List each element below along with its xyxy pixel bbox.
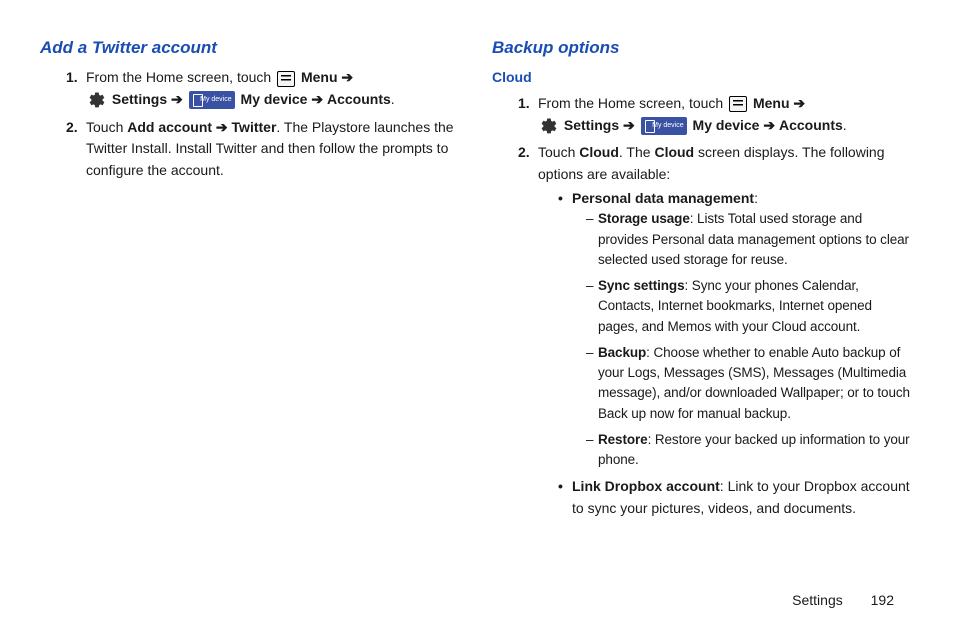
dropbox-label: Link Dropbox account [572, 478, 720, 494]
left-title: Add a Twitter account [40, 35, 462, 61]
cloud-bold2: Cloud [654, 144, 694, 160]
menu-icon [277, 71, 295, 87]
sub-sync: Sync settings: Sync your phones Calendar… [586, 276, 914, 337]
sub-storage: Storage usage: Lists Total used storage … [586, 209, 914, 270]
option-pdm: Personal data management: Storage usage:… [558, 188, 914, 471]
colon: : [754, 190, 758, 206]
left-step-2: 2. Touch Add account ➔ Twitter. The Play… [68, 117, 462, 182]
step-number: 2. [518, 142, 530, 164]
sub-restore: Restore: Restore your backed up informat… [586, 430, 914, 471]
my-device-icon: My device [189, 91, 235, 109]
menu-label: Menu [753, 95, 790, 111]
settings-label: Settings [112, 91, 167, 107]
period: . [843, 117, 847, 133]
right-step-2: 2. Touch Cloud. The Cloud screen display… [520, 142, 914, 519]
arrow-icon: ➔ [763, 117, 775, 133]
footer-page-number: 192 [871, 592, 894, 608]
menu-label: Menu [301, 69, 338, 85]
right-step-1: 1. From the Home screen, touch Menu ➔ Se… [520, 93, 914, 136]
right-title: Backup options [492, 35, 914, 61]
options-list: Personal data management: Storage usage:… [538, 188, 914, 520]
mydevice-label: My device [241, 91, 308, 107]
menu-icon [729, 96, 747, 112]
left-steps: 1. From the Home screen, touch Menu ➔ Se… [40, 67, 462, 181]
my-device-icon: My device [641, 117, 687, 135]
step-number: 1. [66, 67, 78, 89]
left-column: Add a Twitter account 1. From the Home s… [40, 35, 462, 526]
period: . [391, 91, 395, 107]
right-column: Backup options Cloud 1. From the Home sc… [492, 35, 914, 526]
text: Touch [538, 144, 579, 160]
pdm-sublist: Storage usage: Lists Total used storage … [572, 209, 914, 470]
left-step-1: 1. From the Home screen, touch Menu ➔ Se… [68, 67, 462, 110]
right-steps: 1. From the Home screen, touch Menu ➔ Se… [492, 93, 914, 520]
accounts-label: Accounts [779, 117, 843, 133]
cloud-bold: Cloud [579, 144, 619, 160]
text: . The [619, 144, 655, 160]
step-number: 1. [518, 93, 530, 115]
arrow-icon: ➔ [623, 117, 635, 133]
arrow-icon: ➔ [311, 91, 323, 107]
text: From the Home screen, touch [538, 95, 727, 111]
sub-backup: Backup: Choose whether to enable Auto ba… [586, 343, 914, 424]
cloud-subhead: Cloud [492, 67, 914, 89]
label: Backup [598, 345, 646, 360]
page-footer: Settings 192 [792, 590, 894, 612]
arrow-icon: ➔ [171, 91, 183, 107]
settings-label: Settings [564, 117, 619, 133]
arrow-icon: ➔ [341, 69, 353, 85]
page-columns: Add a Twitter account 1. From the Home s… [40, 35, 914, 526]
settings-icon [540, 117, 558, 135]
text: From the Home screen, touch [86, 69, 275, 85]
accounts-label: Accounts [327, 91, 391, 107]
mydevice-label: My device [693, 117, 760, 133]
arrow-icon: ➔ [793, 95, 805, 111]
label: Sync settings [598, 278, 684, 293]
add-account-twitter: Add account ➔ Twitter [127, 119, 276, 135]
pdm-label: Personal data management [572, 190, 754, 206]
footer-section: Settings [792, 592, 843, 608]
step-number: 2. [66, 117, 78, 139]
settings-icon [88, 91, 106, 109]
text: Touch [86, 119, 127, 135]
label: Storage usage [598, 211, 690, 226]
option-dropbox: Link Dropbox account: Link to your Dropb… [558, 476, 914, 519]
label: Restore [598, 432, 648, 447]
